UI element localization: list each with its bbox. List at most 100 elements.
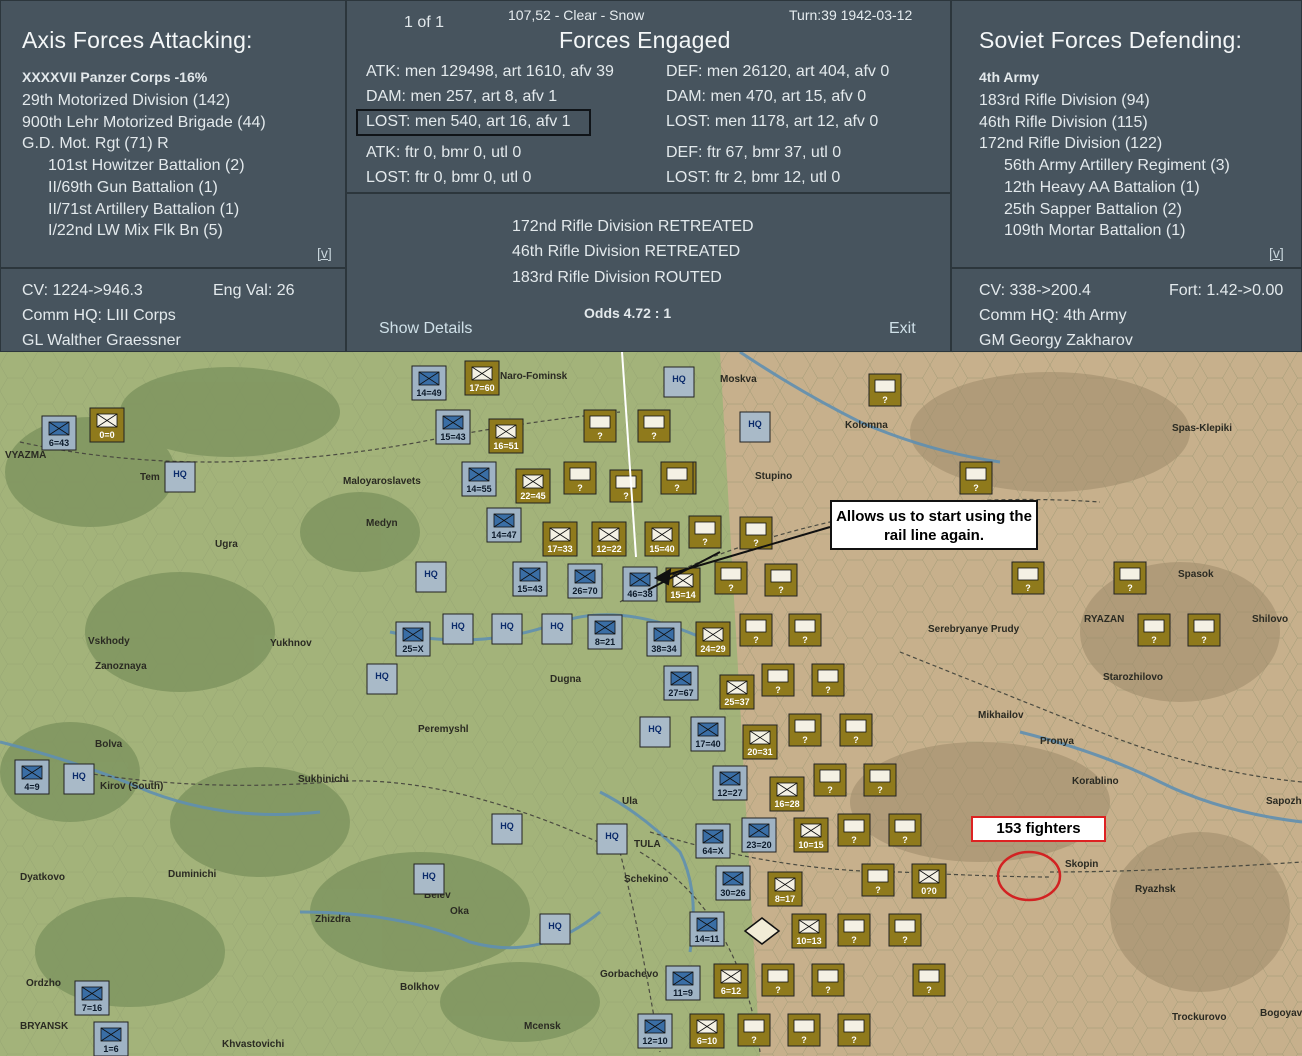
unknown-soviet-unit[interactable]: ? [788,613,822,647]
unknown-soviet-unit[interactable]: ? [788,713,822,747]
unknown-soviet-unit[interactable]: ? [863,763,897,797]
unit-counter[interactable]: 6=12 [713,963,749,999]
hq-counter[interactable]: HQ [491,813,523,845]
unit-counter[interactable]: 12=27 [712,765,748,801]
unit-counter[interactable]: 8=21 [587,614,623,650]
soviet-sub-unit[interactable]: 25th Sapper Battalion (2) [1004,201,1182,219]
hq-counter[interactable]: HQ [413,863,445,895]
unit-counter[interactable]: 14=11 [689,911,725,947]
unknown-soviet-unit[interactable]: ? [959,461,993,495]
soviet-sub-unit[interactable]: 56th Army Artillery Regiment (3) [1004,157,1230,175]
unknown-soviet-unit[interactable]: ? [739,613,773,647]
unknown-soviet-unit[interactable]: ? [637,409,671,443]
axis-sub-unit[interactable]: 101st Howitzer Battalion (2) [48,157,245,175]
unit-counter[interactable]: 25=37 [719,674,755,710]
hq-counter[interactable]: HQ [491,613,523,645]
exit-button[interactable]: Exit [889,320,916,338]
unit-counter[interactable]: 27=67 [663,665,699,701]
unknown-soviet-unit[interactable]: ? [837,1013,871,1047]
unknown-soviet-unit[interactable]: ? [563,461,597,495]
unit-counter[interactable]: 14=55 [461,461,497,497]
unknown-soviet-unit[interactable]: ? [837,813,871,847]
soviet-unit[interactable]: 172nd Rifle Division (122) [979,135,1162,153]
unit-counter[interactable]: 0?0 [911,863,947,899]
hq-counter[interactable]: HQ [639,716,671,748]
axis-lead-unit[interactable]: XXXXVII Panzer Corps -16% [22,69,207,85]
unknown-soviet-unit[interactable]: ? [811,663,845,697]
unit-counter[interactable]: 6=43 [41,415,77,451]
hq-counter[interactable]: HQ [739,411,771,443]
hq-counter[interactable]: HQ [164,461,196,493]
unit-counter[interactable]: 14=49 [411,365,447,401]
axis-expand-button[interactable]: [v] [317,245,332,261]
unit-counter[interactable]: 64=X [695,823,731,859]
game-map[interactable]: VYAZMA Maloyaroslavets Medyn Vskhody Yukhnov… [0,352,1302,1056]
unit-counter[interactable]: 15=40 [644,521,680,557]
unit-counter[interactable]: 12=10 [637,1013,673,1049]
hq-counter[interactable]: HQ [442,613,474,645]
hq-counter[interactable]: HQ [415,561,447,593]
unknown-soviet-unit[interactable]: ? [609,469,643,503]
unknown-soviet-unit[interactable]: ? [861,863,895,897]
axis-unit[interactable]: G.D. Mot. Rgt (71) R [22,135,169,153]
unit-counter[interactable]: 30=26 [715,865,751,901]
hq-counter[interactable]: HQ [366,663,398,695]
unknown-soviet-unit[interactable]: ? [737,1013,771,1047]
unknown-soviet-unit[interactable]: ? [868,373,902,407]
unknown-soviet-unit[interactable]: ? [1137,613,1171,647]
unknown-soviet-unit[interactable]: ? [1011,561,1045,595]
hq-counter[interactable]: HQ [596,823,628,855]
hq-counter[interactable]: HQ [663,366,695,398]
axis-sub-unit[interactable]: I/22nd LW Mix Flk Bn (5) [48,222,223,240]
unit-counter[interactable]: 17=60 [464,360,500,396]
unknown-soviet-unit[interactable]: ? [813,763,847,797]
unit-counter[interactable]: 10=13 [791,913,827,949]
unknown-soviet-unit[interactable]: ? [811,963,845,997]
unit-counter[interactable]: 11=9 [665,965,701,1001]
unit-counter[interactable]: 23=20 [741,817,777,853]
unknown-soviet-unit[interactable]: ? [761,663,795,697]
unit-counter[interactable]: 16=28 [769,776,805,812]
axis-unit[interactable]: 29th Motorized Division (142) [22,92,230,110]
unit-counter[interactable]: 8=17 [767,871,803,907]
unit-counter[interactable]: 6=10 [689,1013,725,1049]
unknown-soviet-unit[interactable]: ? [787,1013,821,1047]
map-canvas[interactable]: VYAZMA Maloyaroslavets Medyn Vskhody Yukhnov… [0,352,1302,1056]
unknown-soviet-unit[interactable]: ? [1113,561,1147,595]
soviet-unit[interactable]: 183rd Rifle Division (94) [979,92,1150,110]
hq-counter[interactable]: HQ [539,913,571,945]
unit-counter[interactable]: 22=45 [515,468,551,504]
unit-counter[interactable]: 15=43 [512,561,548,597]
soviet-unit[interactable]: 46th Rifle Division (115) [979,114,1148,132]
axis-unit[interactable]: 900th Lehr Motorized Brigade (44) [22,114,266,132]
unknown-soviet-unit[interactable]: ? [739,516,773,550]
unit-counter[interactable]: 26=70 [567,563,603,599]
unknown-soviet-unit[interactable]: ? [764,563,798,597]
unit-counter[interactable]: 15=43 [435,409,471,445]
axis-sub-unit[interactable]: II/71st Artillery Battalion (1) [48,201,239,219]
unknown-soviet-unit[interactable]: ? [912,963,946,997]
unknown-soviet-unit[interactable]: ? [761,963,795,997]
unit-counter[interactable]: 1=6 [93,1021,129,1056]
unknown-soviet-unit[interactable]: ? [583,409,617,443]
show-details-button[interactable]: Show Details [379,320,472,338]
unknown-soviet-unit[interactable]: ? [839,713,873,747]
unit-counter[interactable]: 12=22 [591,521,627,557]
unit-counter[interactable]: 25=X [395,621,431,657]
unit-counter[interactable]: 0=0 [89,407,125,443]
axis-sub-unit[interactable]: II/69th Gun Battalion (1) [48,179,218,197]
unit-counter[interactable]: 17=40 [690,716,726,752]
soviet-expand-button[interactable]: [v] [1269,245,1284,261]
unit-counter[interactable]: 14=47 [486,507,522,543]
unknown-soviet-unit[interactable]: ? [888,813,922,847]
unit-counter[interactable]: 7=16 [74,980,110,1016]
hq-counter[interactable]: HQ [541,613,573,645]
unknown-soviet-unit[interactable]: ? [888,913,922,947]
unknown-soviet-unit[interactable]: ? [837,913,871,947]
unit-counter[interactable]: 38=34 [646,621,682,657]
unit-counter[interactable]: 16=51 [488,418,524,454]
unit-counter[interactable]: 24=29 [695,621,731,657]
unit-counter[interactable]: 17=33 [542,521,578,557]
unit-counter[interactable]: 46=38 [622,566,658,602]
soviet-sub-unit[interactable]: 109th Mortar Battalion (1) [1004,222,1185,240]
